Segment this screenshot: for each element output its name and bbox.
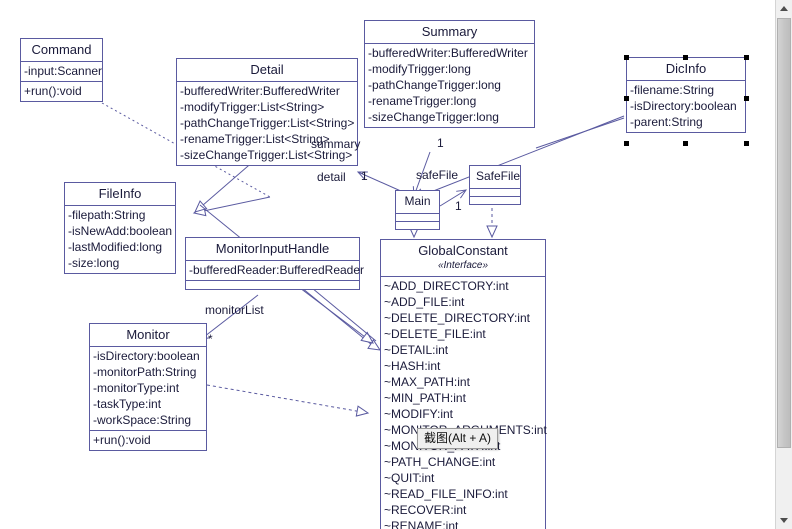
selection-handle-s[interactable] xyxy=(683,141,688,146)
attribute-row: ~READ_FILE_INFO:int xyxy=(384,487,508,501)
attribute-row: -lastModified:long xyxy=(68,240,163,254)
class-name-summary: Summary xyxy=(365,21,534,44)
class-box-summary[interactable]: Summary -bufferedWriter:BufferedWriter -… xyxy=(364,20,535,128)
attribute-row: -bufferedWriter:BufferedWriter xyxy=(180,84,340,98)
class-box-monitor[interactable]: Monitor -isDirectory:boolean -monitorPat… xyxy=(89,323,207,451)
class-operations-main xyxy=(396,222,439,229)
class-box-main[interactable]: Main xyxy=(395,190,440,230)
attribute-row: -bufferedReader:BufferedReader xyxy=(189,263,365,277)
diagram-canvas: Command -input:Scanner +run():void Detai… xyxy=(0,0,792,529)
class-name-text: GlobalConstant xyxy=(418,243,508,258)
class-attributes-monitorinputhandle: -bufferedReader:BufferedReader xyxy=(186,261,365,281)
class-name-dicinfo: DicInfo xyxy=(627,58,745,81)
class-box-globalconstant[interactable]: GlobalConstant «Interface» ~ADD_DIRECTOR… xyxy=(380,239,547,529)
attribute-row: -monitorPath:String xyxy=(93,365,197,379)
scrollbar-thumb[interactable] xyxy=(777,18,791,448)
attribute-row: -parent:String xyxy=(630,115,703,129)
selection-handle-nw[interactable] xyxy=(624,55,629,60)
class-name-monitor: Monitor xyxy=(90,324,206,347)
selection-handle-e[interactable] xyxy=(744,96,749,101)
attribute-row: -filename:String xyxy=(630,83,715,97)
class-box-dicinfo[interactable]: DicInfo -filename:String -isDirectory:bo… xyxy=(626,57,746,133)
operation-row: +run():void xyxy=(24,84,82,98)
attribute-row: -modifyTrigger:List<String> xyxy=(180,100,325,114)
attribute-row: ~HASH:int xyxy=(384,359,441,373)
selection-handle-w[interactable] xyxy=(624,96,629,101)
attribute-row: -modifyTrigger:long xyxy=(368,62,471,76)
attribute-row: -pathChangeTrigger:long xyxy=(368,78,501,92)
class-name-fileinfo: FileInfo xyxy=(65,183,175,206)
attribute-row: ~ADD_FILE:int xyxy=(384,295,465,309)
attribute-row: ~QUIT:int xyxy=(384,471,435,485)
edge-label-detail-multiplicity: 1 xyxy=(361,169,368,183)
attribute-row: ~RENAME:int xyxy=(384,519,459,529)
attribute-row: ~MIN_PATH:int xyxy=(384,391,466,405)
class-attributes-command: -input:Scanner xyxy=(21,62,102,82)
class-stereotype: «Interface» xyxy=(437,260,489,271)
attribute-row: -isDirectory:boolean xyxy=(93,349,200,363)
selection-handle-sw[interactable] xyxy=(624,141,629,146)
class-operations-monitor: +run():void xyxy=(90,431,206,450)
class-attributes-dicinfo: -filename:String -isDirectory:boolean -p… xyxy=(627,81,745,132)
attribute-row: ~PATH_CHANGE:int xyxy=(384,455,496,469)
attribute-row: -sizeChangeTrigger:long xyxy=(368,110,499,124)
diagram-surface[interactable]: Command -input:Scanner +run():void Detai… xyxy=(0,0,775,529)
class-name-command: Command xyxy=(21,39,102,62)
edge-label-monitorlist: monitorList xyxy=(205,303,264,317)
operation-row: +run():void xyxy=(93,433,151,447)
attribute-row: -size:long xyxy=(68,256,120,270)
attribute-row: -taskType:int xyxy=(93,397,162,411)
selection-handle-se[interactable] xyxy=(744,141,749,146)
edge-label-monitorlist-multiplicity: * xyxy=(208,332,213,346)
class-attributes-summary: -bufferedWriter:BufferedWriter -modifyTr… xyxy=(365,44,534,127)
selection-handle-ne[interactable] xyxy=(744,55,749,60)
attribute-row: ~RECOVER:int xyxy=(384,503,467,517)
screenshot-tooltip: 截图(Alt + A) xyxy=(417,428,499,449)
chevron-up-icon xyxy=(780,6,788,11)
class-attributes-main xyxy=(396,214,439,222)
attribute-row: -pathChangeTrigger:List<String> xyxy=(180,116,355,130)
class-name-safefile: SafeFile xyxy=(470,166,520,189)
scroll-down-button[interactable] xyxy=(776,512,792,529)
edge-label-safefile: safeFile xyxy=(416,168,459,182)
attribute-row: ~DELETE_DIRECTORY:int xyxy=(384,311,530,325)
attribute-row: -renameTrigger:long xyxy=(368,94,477,108)
class-box-monitorinputhandle[interactable]: MonitorInputHandle -bufferedReader:Buffe… xyxy=(185,237,365,290)
selection-handle-n[interactable] xyxy=(683,55,688,60)
class-attributes-monitor: -isDirectory:boolean -monitorPath:String… xyxy=(90,347,206,431)
attribute-row: ~MODIFY:int xyxy=(384,407,454,421)
attribute-row: -isNewAdd:boolean xyxy=(68,224,173,238)
edge-label-summary-multiplicity: 1 xyxy=(437,136,444,150)
class-operations-monitorinputhandle xyxy=(186,281,359,289)
class-operations-command: +run():void xyxy=(21,82,102,101)
class-box-command[interactable]: Command -input:Scanner +run():void xyxy=(20,38,103,102)
attribute-row: -filepath:String xyxy=(68,208,146,222)
attribute-row: ~DETAIL:int xyxy=(384,343,449,357)
attribute-row: -workSpace:String xyxy=(93,413,192,427)
class-box-safefile[interactable]: SafeFile xyxy=(469,165,521,205)
class-attributes-safefile xyxy=(470,189,520,197)
attribute-row: ~ADD_DIRECTORY:int xyxy=(384,279,509,293)
edge-label-detail: detail xyxy=(317,170,346,184)
class-name-detail: Detail xyxy=(177,59,357,82)
chevron-down-icon xyxy=(780,518,788,523)
attribute-row: -isDirectory:boolean xyxy=(630,99,737,113)
attribute-row: -monitorType:int xyxy=(93,381,180,395)
class-attributes-fileinfo: -filepath:String -isNewAdd:boolean -last… xyxy=(65,206,175,273)
edge-label-safefile-multiplicity: 1 xyxy=(455,199,462,213)
class-box-fileinfo[interactable]: FileInfo -filepath:String -isNewAdd:bool… xyxy=(64,182,176,274)
attribute-row: ~MAX_PATH:int xyxy=(384,375,470,389)
attribute-row: ~DELETE_FILE:int xyxy=(384,327,486,341)
class-operations-safefile xyxy=(470,197,520,204)
edge-label-summary: summary xyxy=(311,137,361,151)
class-name-monitorinputhandle: MonitorInputHandle xyxy=(186,238,359,261)
class-attributes-globalconstant: ~ADD_DIRECTORY:int ~ADD_FILE:int ~DELETE… xyxy=(381,277,547,529)
class-attributes-detail: -bufferedWriter:BufferedWriter -modifyTr… xyxy=(177,82,357,165)
scroll-up-button[interactable] xyxy=(776,0,792,17)
class-name-globalconstant: GlobalConstant «Interface» xyxy=(381,240,545,277)
attribute-row: -input:Scanner xyxy=(24,64,103,78)
vertical-scrollbar[interactable] xyxy=(775,0,792,529)
attribute-row: -bufferedWriter:BufferedWriter xyxy=(368,46,528,60)
class-name-main: Main xyxy=(396,191,439,214)
